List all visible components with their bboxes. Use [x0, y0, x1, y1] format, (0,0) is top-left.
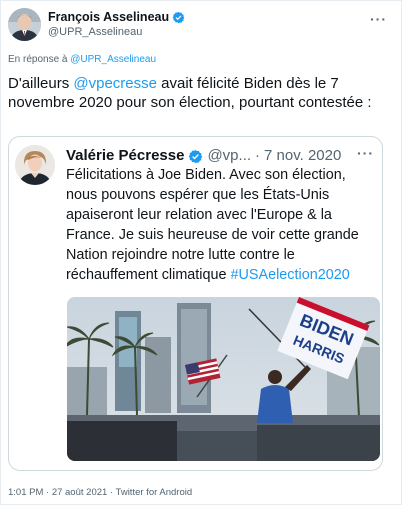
celebration-photo: BIDEN HARRIS	[67, 297, 380, 461]
quoted-media-photo[interactable]: BIDEN HARRIS	[67, 297, 380, 461]
quoted-date[interactable]: 7 nov. 2020	[264, 147, 341, 165]
quoted-author-handle[interactable]: @vp...	[207, 147, 251, 165]
reply-prefix: En réponse à	[8, 54, 71, 65]
quoted-tweet[interactable]: Valérie Pécresse @vp... · 7 nov. 2020 ··…	[8, 136, 383, 471]
author-avatar-image	[8, 8, 41, 41]
author-avatar[interactable]	[8, 8, 41, 41]
quoted-header: Valérie Pécresse @vp... · 7 nov. 2020	[66, 147, 341, 165]
verified-badge-icon	[189, 149, 203, 163]
author-block: François Asselineau @UPR_Asselineau	[48, 10, 185, 39]
tweet-text-before: D'ailleurs	[8, 75, 74, 92]
quoted-separator: ·	[255, 147, 261, 164]
quoted-author-name[interactable]: Valérie Pécresse	[66, 147, 184, 165]
quoted-hashtag-link[interactable]: #USAelection2020	[231, 267, 350, 283]
quoted-avatar-image	[15, 145, 55, 185]
quoted-text-body: Félicitations à Joe Biden. Avec son élec…	[66, 167, 359, 283]
tweet-text: D'ailleurs @vpecresse avait félicité Bid…	[8, 74, 396, 112]
author-name[interactable]: François Asselineau	[48, 10, 169, 24]
more-icon[interactable]: ···	[370, 11, 387, 27]
author-handle[interactable]: @UPR_Asselineau	[48, 25, 185, 39]
tweet-metadata[interactable]: 1:01 PM · 27 août 2021 · Twitter for And…	[8, 487, 192, 498]
quoted-author-avatar[interactable]	[15, 145, 55, 185]
quoted-more-icon[interactable]: ···	[357, 145, 374, 161]
verified-badge-icon	[172, 11, 185, 23]
quoted-text: Félicitations à Joe Biden. Avec son élec…	[66, 165, 380, 285]
reply-context: En réponse à @UPR_Asselineau	[8, 54, 156, 65]
reply-mention-link[interactable]: @UPR_Asselineau	[70, 54, 156, 65]
author-name-row: François Asselineau	[48, 10, 185, 24]
tweet-card: François Asselineau @UPR_Asselineau ··· …	[0, 0, 402, 505]
tweet-mention-link[interactable]: @vpecresse	[73, 75, 157, 92]
